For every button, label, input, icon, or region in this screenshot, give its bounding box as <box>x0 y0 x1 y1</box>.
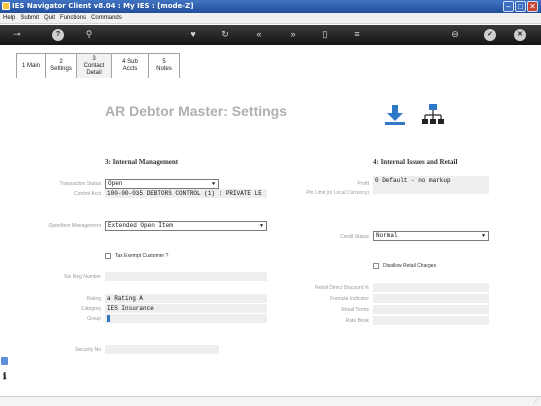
tab-notes[interactable]: 5 Notes <box>148 53 180 78</box>
category-label: Category <box>80 306 101 312</box>
pin-limit-label: Pin Limit (in Local Currency) <box>306 190 369 196</box>
credit-status-select[interactable]: Normal ▼ <box>373 231 489 241</box>
tax-exempt-label: Tax Exempt Customer ? <box>115 253 169 259</box>
menu-help[interactable]: Help <box>3 13 15 23</box>
cancel-icon[interactable]: ✕ <box>514 29 526 41</box>
document-icon[interactable]: ▯ <box>318 28 332 41</box>
window-titlebar: IES Navigator Client v8.04 : My IES : [m… <box>0 0 541 13</box>
menu-commands[interactable]: Commands <box>91 13 122 23</box>
tax-exempt-checkbox[interactable] <box>105 253 111 259</box>
app-icon <box>2 2 10 10</box>
rate-book-label: Rate Book <box>345 318 369 324</box>
profit-label: Profit <box>357 181 369 187</box>
info-icon[interactable]: ℹ <box>3 371 7 383</box>
menu-quit[interactable]: Quit <box>44 13 55 23</box>
heart-icon[interactable]: ♥ <box>186 28 200 41</box>
retail-direct-field[interactable] <box>373 283 489 292</box>
rate-book-field[interactable] <box>373 316 489 325</box>
help-icon[interactable]: ? <box>52 29 64 41</box>
openitem-value: Extended Open Item <box>108 222 173 229</box>
hierarchy-icon[interactable] <box>421 103 445 127</box>
chevron-down-icon: ▼ <box>481 233 485 239</box>
formula-label: Formula Indicator <box>330 296 369 302</box>
tab-sub-accts[interactable]: 4 Sub Accts <box>111 53 149 78</box>
tab-main[interactable]: 1 Main <box>16 53 46 78</box>
maximize-icon[interactable]: □ <box>515 1 526 12</box>
refresh-icon[interactable]: ↻ <box>218 28 232 41</box>
rating-label: Rating <box>86 296 101 302</box>
toolbar: ⊸ ? ⚲ ♥ ↻ « » ▯ ≡ ⊖ ✓ ✕ <box>0 25 541 45</box>
menu-functions[interactable]: Functions <box>60 13 86 23</box>
retail-terms-label: Retail Terms <box>341 307 369 313</box>
menu-submit[interactable]: Submit <box>20 13 39 23</box>
group-label: Group <box>87 316 101 322</box>
category-field[interactable]: IES Insurance <box>105 304 267 313</box>
list-icon[interactable]: ≡ <box>350 28 364 41</box>
rewind-icon[interactable]: « <box>252 28 266 41</box>
sidebar-panel-icon[interactable] <box>1 357 8 365</box>
tax-reg-field[interactable] <box>105 272 267 281</box>
menu-bar: Help Submit Quit Functions Commands <box>0 13 541 24</box>
forward-icon[interactable]: » <box>286 28 300 41</box>
group-field[interactable] <box>105 314 267 323</box>
retail-terms-field[interactable] <box>373 305 489 314</box>
minus-circle-icon[interactable]: ⊖ <box>448 28 462 41</box>
tab-settings[interactable]: 2 Settings <box>45 53 77 78</box>
tab-strip: 1 Main 2 Settings 3 Contact Detail 4 Sub… <box>16 53 180 78</box>
minimize-icon[interactable]: – <box>503 1 514 12</box>
control-acct-field[interactable]: 100-00-035 DEBTORS CONTROL (1) : PRIVATE… <box>105 189 267 198</box>
page-title: AR Debtor Master: Settings <box>105 103 288 119</box>
close-icon[interactable]: ✕ <box>527 1 538 12</box>
main-panel: 1 Main 2 Settings 3 Contact Detail 4 Sub… <box>9 45 533 396</box>
control-acct-label: Control Acct <box>74 191 101 197</box>
search-icon[interactable]: ⚲ <box>82 28 96 41</box>
profit-field[interactable]: 0 Default - no markup <box>373 176 489 194</box>
section4-heading: 4: Internal Issues and Retail <box>373 158 458 166</box>
retail-direct-label: Retail Direct Discount % <box>315 285 369 291</box>
security-label: Security No <box>75 347 101 353</box>
openitem-select[interactable]: Extended Open Item ▼ <box>105 221 267 231</box>
transaction-status-value: Open <box>108 180 123 187</box>
status-bar <box>0 396 541 406</box>
check-icon[interactable]: ✓ <box>484 29 496 41</box>
formula-field[interactable] <box>373 294 489 303</box>
disallow-retail-label: Disallow Retail Charges <box>383 263 437 269</box>
chevron-down-icon: ▼ <box>211 181 215 187</box>
openitem-label: OpenItem Management <box>48 223 101 229</box>
disallow-retail-checkbox[interactable] <box>373 263 379 269</box>
section3-heading: 3: Internal Management <box>105 158 179 166</box>
transaction-status-select[interactable]: Open ▼ <box>105 179 219 189</box>
tab-contact-detail[interactable]: 3 Contact Detail <box>76 53 112 78</box>
window-title: IES Navigator Client v8.04 : My IES : [m… <box>12 2 194 10</box>
download-icon[interactable] <box>383 103 407 127</box>
credit-status-label: Credit Status <box>340 234 369 240</box>
credit-status-value: Normal <box>376 232 398 239</box>
resize-grip-icon[interactable]: ⋰ <box>533 398 539 405</box>
security-field[interactable] <box>105 345 219 354</box>
text-cursor <box>107 315 110 322</box>
tax-reg-label: Tax Reg Number <box>63 274 101 280</box>
chevron-down-icon: ▼ <box>259 223 263 229</box>
transaction-status-label: Transaction Status <box>59 181 101 187</box>
key-icon[interactable]: ⊸ <box>6 28 28 41</box>
window-controls: – □ ✕ <box>503 1 538 12</box>
rating-field[interactable]: a Rating A <box>105 294 267 303</box>
